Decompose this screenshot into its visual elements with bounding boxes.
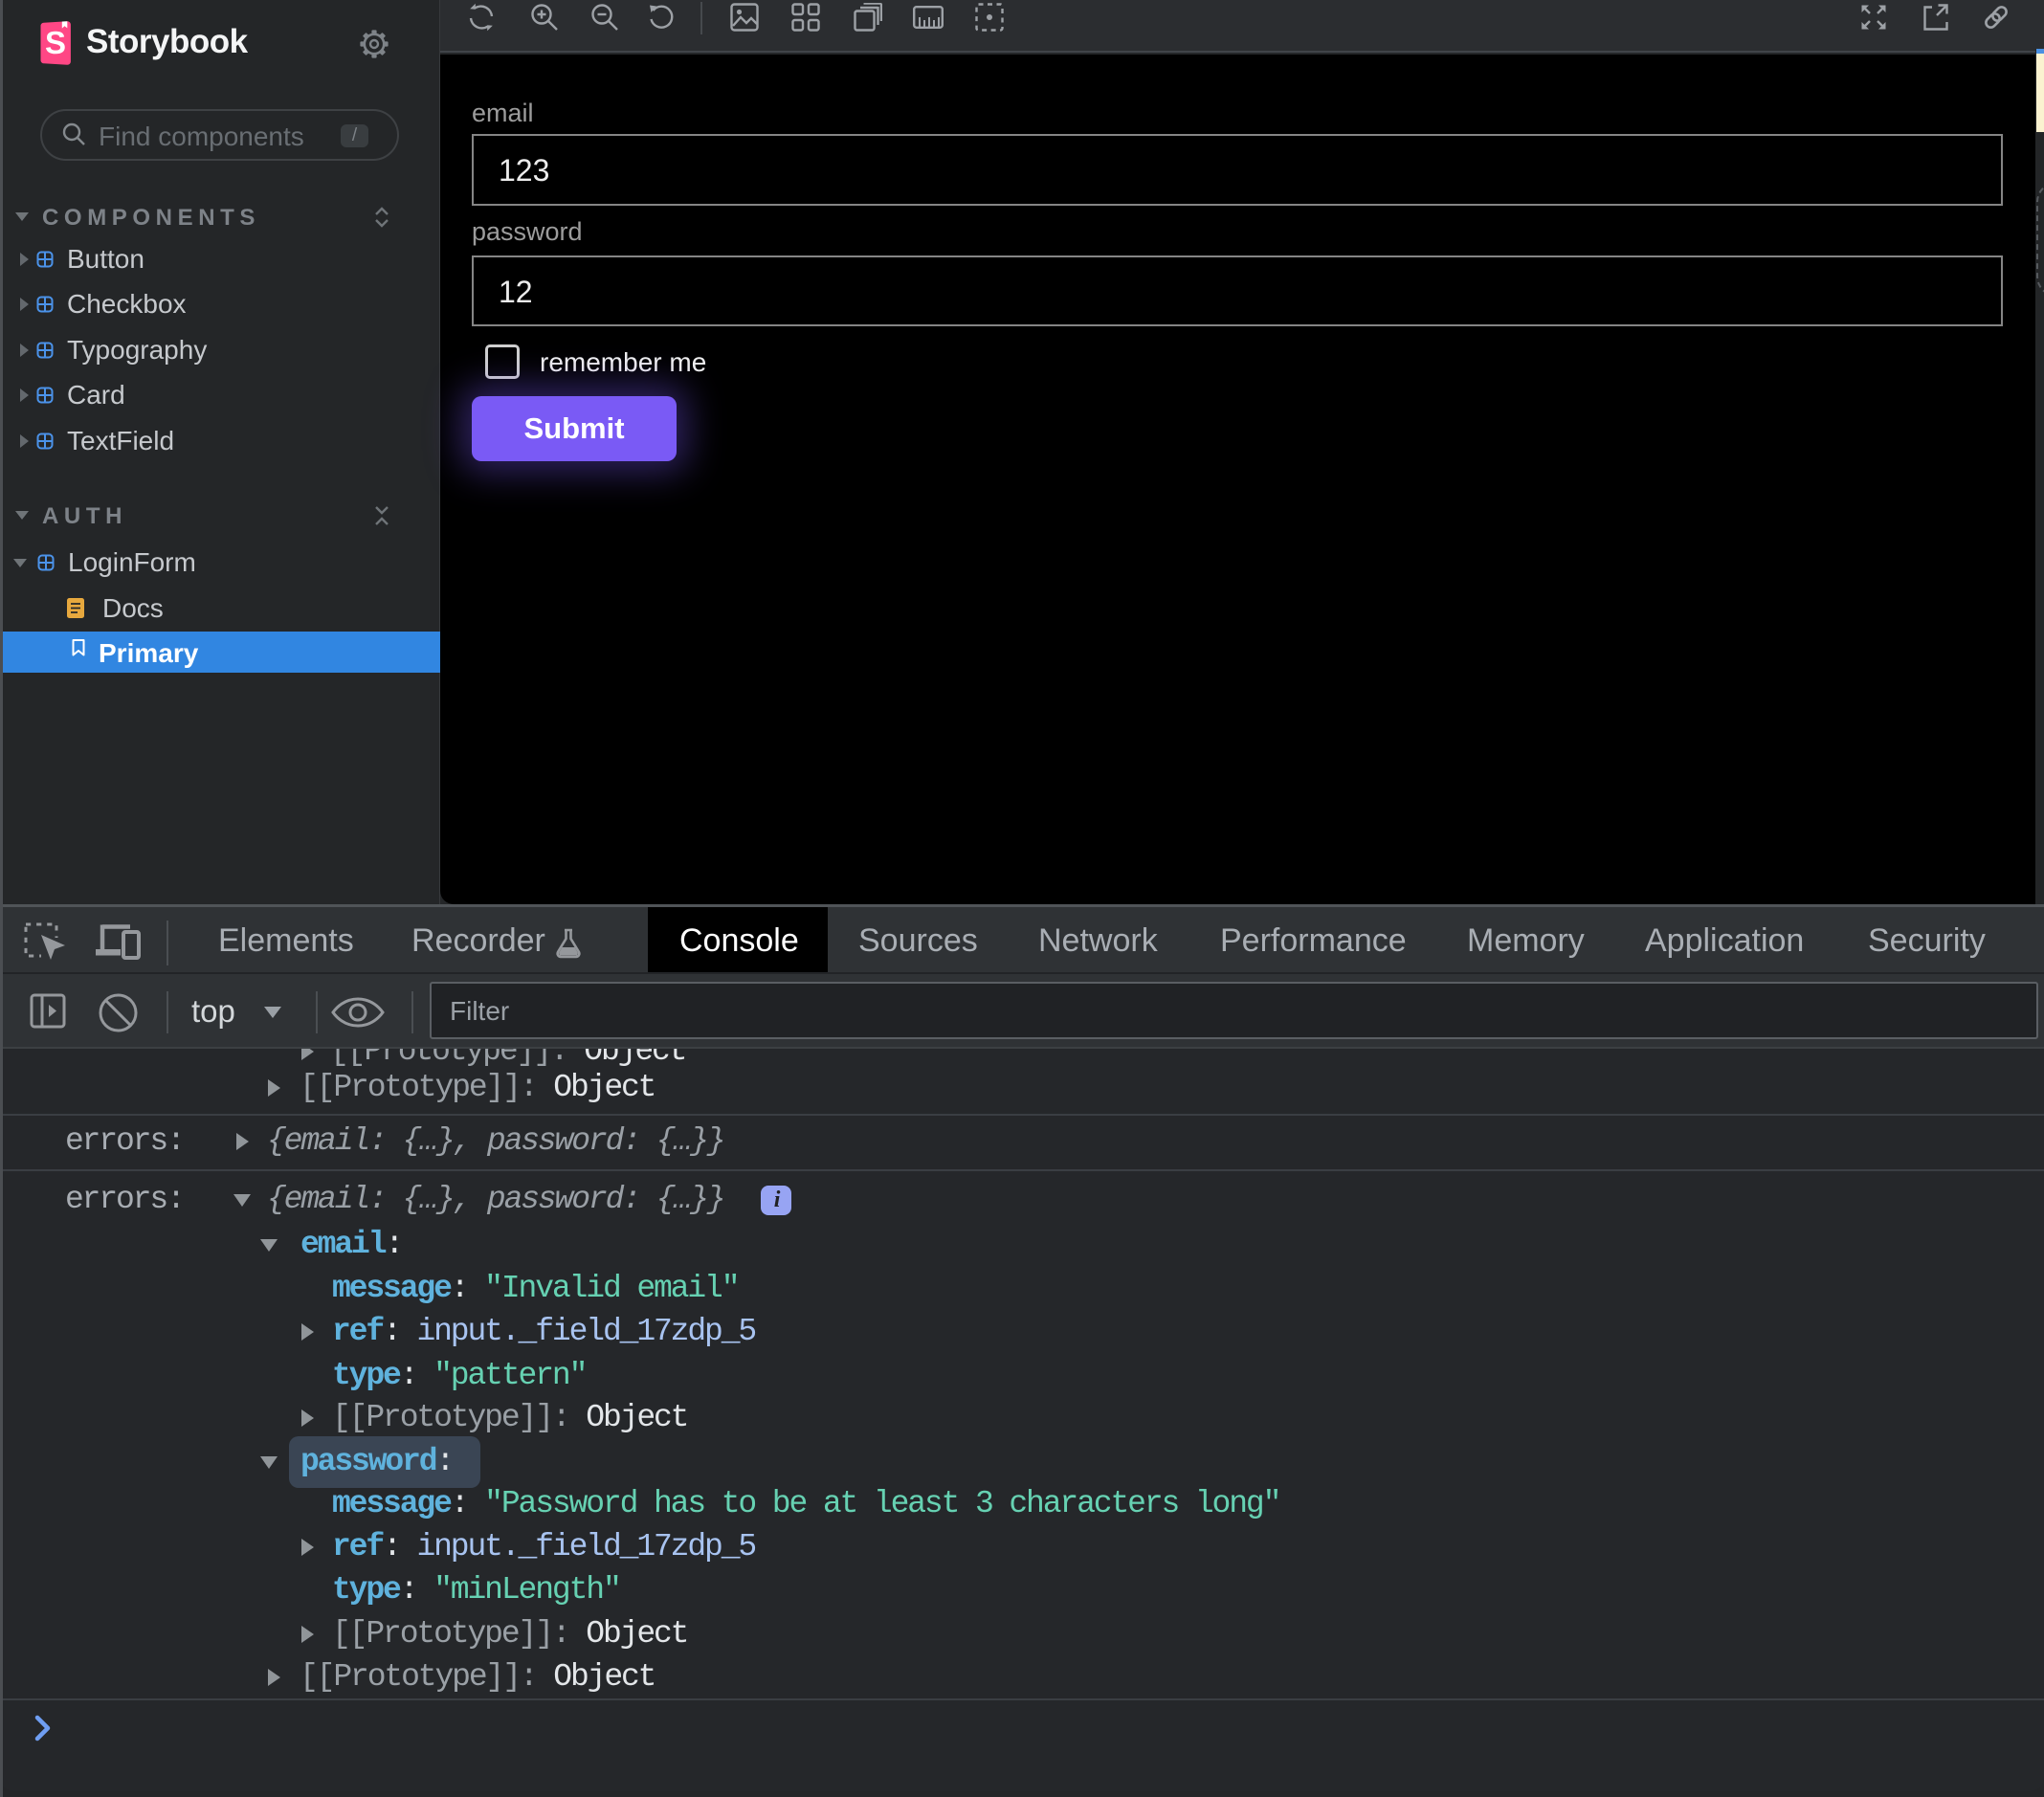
svg-text:S: S	[45, 25, 66, 60]
